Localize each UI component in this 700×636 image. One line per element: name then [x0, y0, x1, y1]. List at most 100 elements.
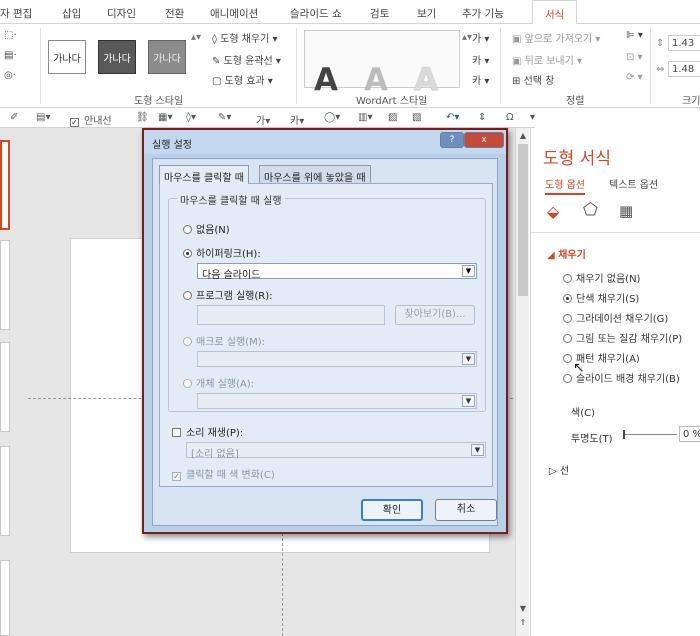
shape-style-1[interactable]: 가나다 — [48, 40, 86, 74]
gallery-scroll-icon[interactable]: ▴▾ — [191, 32, 201, 43]
selection-pane-button[interactable]: ⊞ 선택 창 — [512, 72, 554, 87]
macro-select[interactable]: ▼ — [197, 351, 477, 367]
shape-effects-button[interactable]: ▢ 도형 효과 ▾ — [212, 72, 273, 87]
tab-text-options[interactable]: 텍스트 옵션 — [609, 176, 658, 191]
tab-slideshow[interactable]: 슬라이드 쇼 — [290, 6, 342, 21]
hyperlink-select[interactable]: 다음 슬라이드 ▼ — [197, 263, 477, 281]
option-run-program[interactable]: 프로그램 실행(R): — [183, 287, 273, 302]
align-icon[interactable]: ⊫ ▾ — [626, 30, 643, 41]
tab-mouse-over[interactable]: 마우스를 위에 놓았을 때 — [259, 165, 371, 184]
fill-color-icon[interactable]: ◊▾ — [186, 112, 196, 123]
send-back-icon[interactable]: ▨ — [388, 112, 397, 123]
fill-option-none[interactable]: 채우기 없음(N) — [563, 270, 640, 285]
browse-button[interactable]: 찾아보기(B)... — [395, 305, 475, 325]
shape-style-3[interactable]: 가나다 — [148, 40, 186, 74]
send-backward-button[interactable]: ▣ 뒤로 보내기 ▾ — [512, 52, 582, 67]
shape-style-2[interactable]: 가나다 — [98, 40, 136, 74]
vertical-scrollbar[interactable]: ▲ ▼ ⇑ — [515, 128, 529, 636]
font-color-icon[interactable]: 가▾ — [256, 112, 270, 127]
scroll-down-arrow[interactable]: ▼ — [518, 604, 528, 614]
fill-section-header[interactable]: ◢ 채우기 — [547, 246, 586, 261]
dropdown-arrow-icon[interactable]: ▼ — [462, 353, 475, 365]
slide-thumbnail-2[interactable] — [0, 240, 10, 330]
option-hyperlink[interactable]: 하이퍼링크(H): — [183, 245, 261, 260]
ok-button[interactable]: 확인 — [361, 499, 423, 521]
shape-outline-button[interactable]: ✎ 도형 윤곽선 ▾ — [212, 52, 281, 67]
rotate-icon[interactable]: ⟳ ▾ — [626, 72, 643, 83]
omega-icon[interactable]: Ω — [506, 112, 514, 123]
textbox-icon[interactable]: ▤· — [4, 50, 17, 61]
dialog-titlebar[interactable]: 실행 설정 ? x — [144, 130, 506, 154]
fill-option-gradient[interactable]: 그라데이션 채우기(G) — [563, 310, 668, 325]
fill-line-icon[interactable]: ⬙ — [547, 202, 559, 221]
transparency-input[interactable]: 0 % — [679, 426, 700, 442]
option-run-macro[interactable]: 매크로 실행(M): — [183, 333, 265, 348]
text-effects-icon[interactable]: 카 ▾ — [472, 72, 489, 87]
height-input[interactable]: 1.43 — [668, 35, 700, 51]
dropdown-arrow-icon[interactable]: ▼ — [462, 265, 475, 277]
option-none[interactable]: 없음(N) — [183, 221, 230, 236]
eyedropper-icon[interactable]: ✐ — [10, 112, 18, 123]
tab-transitions[interactable]: 전환 — [165, 6, 184, 21]
tab-design[interactable]: 디자인 — [107, 6, 136, 21]
text-fill-icon[interactable]: 가 ▾ — [472, 30, 489, 45]
fill-option-picture[interactable]: 그림 또는 질감 채우기(P) — [563, 330, 682, 345]
shape-fill-button[interactable]: ◊ 도형 채우기 ▾ — [212, 30, 278, 45]
shapes-icon[interactable]: ⛓ — [136, 112, 149, 123]
text-outline-icon[interactable]: 카 ▾ — [472, 52, 489, 67]
play-sound-checkbox[interactable]: 소리 재생(P): — [172, 424, 243, 439]
radio-icon — [183, 337, 192, 346]
slide-thumbnail-4[interactable] — [0, 446, 10, 536]
tab-edit[interactable]: 자 편집 — [0, 6, 32, 21]
wordart-gallery-scroll[interactable]: ▴▾ — [462, 32, 472, 43]
edit-shape-icon[interactable]: ⬚· — [4, 30, 17, 41]
undo-icon[interactable]: ↶▾ — [446, 112, 459, 123]
scroll-up-arrow[interactable]: ▲ — [518, 131, 528, 141]
program-input[interactable] — [197, 305, 385, 325]
size-properties-icon[interactable]: ▦ — [619, 202, 633, 220]
arrange-icon[interactable]: ▦▾ — [158, 112, 172, 123]
tab-mouse-click[interactable]: 마우스를 클릭할 때 — [159, 165, 249, 184]
more-icon[interactable]: ▾ — [530, 112, 535, 123]
dropdown-arrow-icon[interactable]: ▼ — [471, 444, 484, 456]
sound-select[interactable]: [소리 없음] ▼ — [186, 442, 486, 460]
bring-front-icon[interactable]: ▧ — [412, 112, 421, 123]
tab-addins[interactable]: 추가 기능 — [462, 6, 504, 21]
close-button[interactable]: x — [464, 132, 504, 148]
option-object-action[interactable]: 개체 실행(A): — [183, 375, 254, 390]
bring-forward-button[interactable]: ▣ 앞으로 가져오기 ▾ — [512, 30, 600, 45]
wordart-style-1[interactable]: A — [314, 62, 338, 98]
group-icon[interactable]: ⊡ ▾ — [626, 52, 643, 63]
fill-option-solid[interactable]: 단색 채우기(S) — [563, 290, 639, 305]
tab-view[interactable]: 보기 — [417, 6, 436, 21]
text-icon[interactable]: ▥▾ — [358, 112, 372, 123]
tab-format[interactable]: 서식 — [532, 0, 578, 25]
layout-icon[interactable]: ▤▾ — [36, 112, 50, 123]
cancel-button[interactable]: 취소 — [435, 499, 497, 521]
effects-pentagon-icon[interactable]: ⬠ — [583, 200, 598, 220]
line-section-header[interactable]: ▷ 선 — [549, 462, 569, 477]
tab-insert[interactable]: 삽입 — [62, 6, 81, 21]
merge-shapes-icon[interactable]: ◎· — [4, 70, 16, 81]
slide-thumbnail-5[interactable] — [0, 560, 10, 636]
gridlines-checkbox[interactable]: ✓ 안내선 — [70, 112, 112, 127]
help-button[interactable]: ? — [440, 132, 464, 148]
highlight-icon[interactable]: 카▾ — [290, 112, 304, 127]
slide-thumbnail-1[interactable] — [0, 140, 10, 230]
prev-slide-arrow[interactable]: ⇑ — [518, 618, 528, 628]
shape-effect-icon[interactable]: ◯▾ — [324, 112, 340, 123]
slider-thumb[interactable] — [623, 430, 625, 439]
scrollbar-thumb[interactable] — [518, 144, 528, 296]
tab-animations[interactable]: 애니메이션 — [210, 6, 258, 21]
slide-thumbnail-3[interactable] — [0, 342, 10, 432]
radio-icon — [183, 379, 192, 388]
size-icon[interactable]: ⇕ — [478, 112, 486, 123]
line-color-icon[interactable]: ✎▾ — [218, 112, 231, 123]
highlight-click-checkbox[interactable]: ✓ 클릭할 때 색 변화(C) — [172, 466, 275, 481]
transparency-slider[interactable] — [623, 434, 677, 435]
tab-review[interactable]: 검토 — [370, 6, 389, 21]
dropdown-arrow-icon[interactable]: ▼ — [462, 395, 475, 407]
tab-shape-options[interactable]: 도형 옵션 — [545, 176, 585, 195]
width-input[interactable]: 1.48 — [668, 61, 700, 77]
object-action-select[interactable]: ▼ — [197, 393, 477, 409]
